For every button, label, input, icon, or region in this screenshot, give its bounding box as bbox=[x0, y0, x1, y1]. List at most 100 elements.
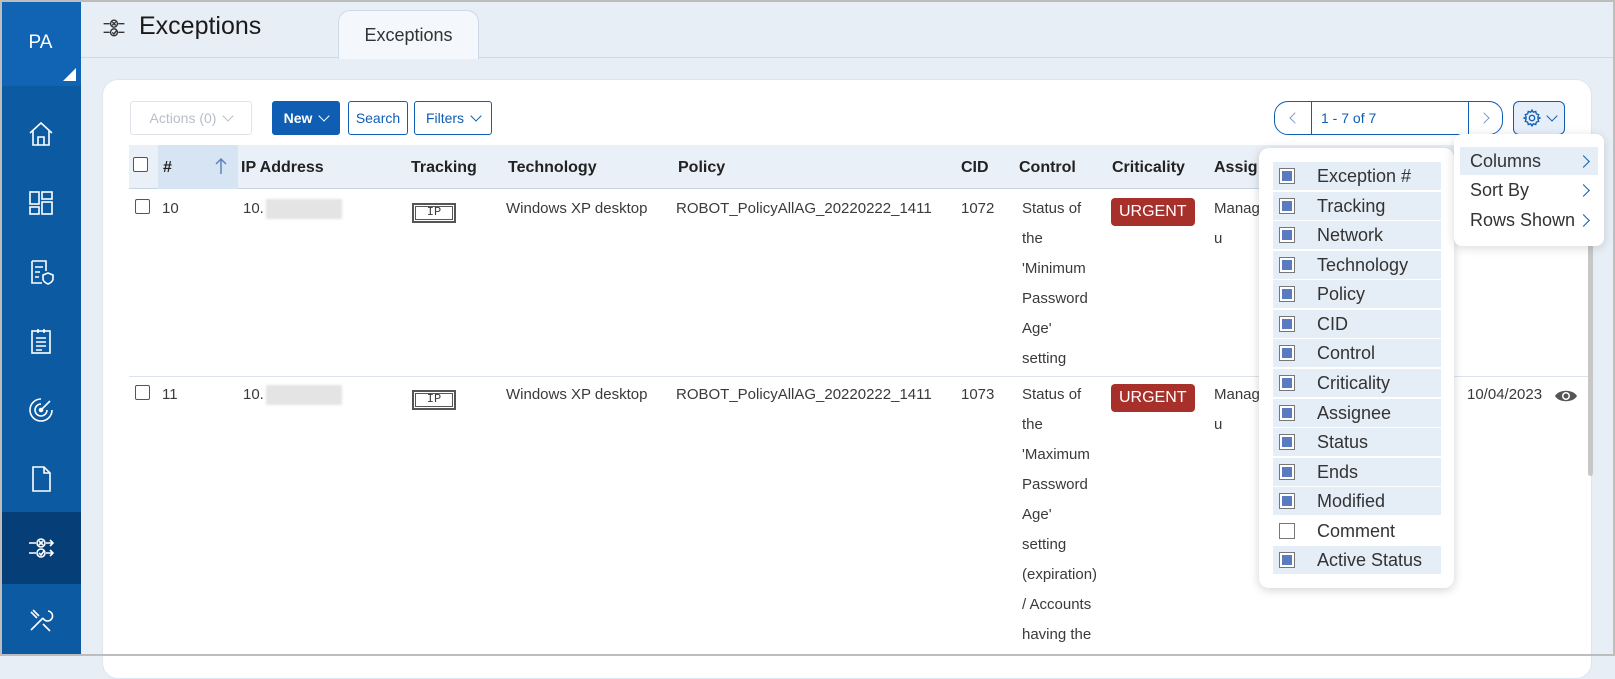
checkbox-checked-icon bbox=[1279, 345, 1295, 361]
column-option-policy[interactable]: Policy bbox=[1273, 280, 1441, 308]
column-option-technology[interactable]: Technology bbox=[1273, 251, 1441, 279]
column-option-exception-num[interactable]: Exception # bbox=[1273, 162, 1441, 190]
checkbox-checked-icon bbox=[1279, 168, 1295, 184]
column-header-num[interactable]: # bbox=[163, 159, 172, 177]
sidebar-item-documents[interactable] bbox=[0, 443, 81, 515]
menu-item-sort-by[interactable]: Sort By bbox=[1460, 176, 1598, 204]
column-header-technology[interactable]: Technology bbox=[508, 159, 597, 177]
column-header-policy[interactable]: Policy bbox=[678, 159, 725, 177]
cell-cid: 1072 bbox=[961, 200, 995, 217]
column-option-criticality[interactable]: Criticality bbox=[1273, 369, 1441, 397]
cell-policy[interactable]: ROBOT_PolicyAllAG_20220222_1411 bbox=[676, 194, 932, 224]
cell-ip: 10. bbox=[243, 380, 342, 410]
sidebar-item-home[interactable] bbox=[0, 98, 81, 170]
sidebar-item-scans[interactable] bbox=[0, 374, 81, 446]
column-option-label: CID bbox=[1317, 313, 1348, 334]
select-all-checkbox[interactable] bbox=[133, 157, 148, 172]
urgent-badge: URGENT bbox=[1111, 384, 1195, 412]
pager-prev-button[interactable] bbox=[1274, 101, 1312, 135]
exceptions-title-icon bbox=[103, 19, 125, 37]
document-icon bbox=[31, 466, 51, 492]
column-header-assignee[interactable]: Assig bbox=[1214, 159, 1258, 177]
sidebar-item-tools[interactable] bbox=[0, 584, 81, 656]
column-option-label: Criticality bbox=[1317, 372, 1391, 393]
search-button[interactable]: Search bbox=[348, 101, 408, 135]
column-option-label: Control bbox=[1317, 342, 1376, 363]
actions-dropdown[interactable]: Actions (0) bbox=[130, 101, 252, 135]
column-header-criticality[interactable]: Criticality bbox=[1112, 159, 1185, 177]
chevron-right-icon bbox=[1577, 183, 1590, 197]
assignee-line: u bbox=[1214, 230, 1223, 247]
assignee-line: u bbox=[1214, 416, 1223, 433]
columns-menu: Exception # Tracking Network Technology … bbox=[1259, 148, 1454, 588]
user-avatar[interactable]: PA bbox=[0, 0, 81, 86]
exceptions-icon bbox=[28, 538, 54, 558]
new-button[interactable]: New bbox=[272, 101, 340, 135]
sidebar-item-exceptions[interactable] bbox=[0, 512, 81, 584]
cell-criticality: URGENT bbox=[1111, 197, 1195, 227]
user-initials: PA bbox=[28, 32, 53, 53]
ip-tracking-badge: IP bbox=[412, 390, 456, 410]
column-option-comment[interactable]: Comment bbox=[1273, 517, 1441, 545]
cell-policy[interactable]: ROBOT_PolicyAllAG_20220222_1411 bbox=[676, 380, 932, 410]
column-option-ends[interactable]: Ends bbox=[1273, 458, 1441, 486]
cell-control: Status of the 'Maximum Password Age' set… bbox=[1022, 380, 1097, 650]
column-option-label: Ends bbox=[1317, 461, 1359, 482]
column-header-cid[interactable]: CID bbox=[961, 159, 989, 177]
filters-button[interactable]: Filters bbox=[414, 101, 492, 135]
pager-range[interactable]: 1 - 7 of 7 bbox=[1311, 101, 1469, 135]
chevron-right-icon bbox=[1577, 154, 1590, 168]
sidebar-item-policies[interactable] bbox=[0, 236, 81, 308]
assignee-line: Manag bbox=[1214, 200, 1260, 217]
column-header-tracking[interactable]: Tracking bbox=[411, 159, 477, 177]
column-option-control[interactable]: Control bbox=[1273, 339, 1441, 367]
chevron-right-icon bbox=[1477, 112, 1490, 124]
sidebar-item-reports[interactable] bbox=[0, 305, 81, 377]
column-option-label: Status bbox=[1317, 431, 1369, 452]
sidebar-nav bbox=[0, 86, 81, 656]
control-line: Status of bbox=[1022, 200, 1082, 217]
dashboard-icon bbox=[28, 191, 53, 215]
row-checkbox[interactable] bbox=[135, 199, 150, 214]
tab-exceptions[interactable]: Exceptions bbox=[338, 10, 479, 59]
pager-next-button[interactable] bbox=[1468, 101, 1503, 135]
column-header-control[interactable]: Control bbox=[1019, 159, 1076, 177]
search-label: Search bbox=[355, 110, 401, 126]
chevron-down-icon bbox=[470, 110, 482, 122]
control-line: the bbox=[1022, 416, 1043, 433]
column-option-status[interactable]: Status bbox=[1273, 428, 1441, 456]
menu-item-columns[interactable]: Columns bbox=[1460, 147, 1598, 175]
column-option-network[interactable]: Network bbox=[1273, 221, 1441, 249]
checkbox-checked-icon bbox=[1279, 286, 1295, 302]
cell-control: Status of the 'Minimum Password Age' set… bbox=[1022, 194, 1088, 374]
column-option-assignee[interactable]: Assignee bbox=[1273, 399, 1441, 427]
expand-corner-icon bbox=[63, 68, 76, 81]
control-line: / Accounts bbox=[1022, 596, 1092, 613]
checkbox-checked-icon bbox=[1279, 405, 1295, 421]
checkbox-checked-icon bbox=[1279, 316, 1295, 332]
column-header-ip[interactable]: IP Address bbox=[241, 159, 324, 177]
checkbox-checked-icon bbox=[1279, 552, 1295, 568]
column-option-tracking[interactable]: Tracking bbox=[1273, 192, 1441, 220]
column-option-label: Technology bbox=[1317, 254, 1409, 275]
chevron-left-icon bbox=[1289, 112, 1301, 124]
table-settings-button[interactable] bbox=[1513, 101, 1565, 135]
column-option-cid[interactable]: CID bbox=[1273, 310, 1441, 338]
menu-item-label: Rows Shown bbox=[1470, 209, 1576, 230]
view-eye-icon[interactable] bbox=[1554, 388, 1578, 404]
policy-icon bbox=[30, 260, 54, 285]
row-checkbox[interactable] bbox=[135, 385, 150, 400]
cell-num: 11 bbox=[162, 386, 178, 403]
column-option-label: Comment bbox=[1317, 520, 1396, 541]
assignee-line: Manag bbox=[1214, 386, 1260, 403]
sidebar-item-dashboard[interactable] bbox=[0, 167, 81, 239]
control-line: 'Minimum bbox=[1022, 260, 1086, 277]
menu-item-rows-shown[interactable]: Rows Shown bbox=[1460, 206, 1598, 234]
sort-ascending-icon[interactable] bbox=[214, 157, 228, 175]
column-option-modified[interactable]: Modified bbox=[1273, 487, 1441, 515]
control-line: Age' bbox=[1022, 506, 1052, 523]
control-line: 'Maximum bbox=[1022, 446, 1090, 463]
chevron-down-icon bbox=[1546, 110, 1558, 122]
column-option-active-status[interactable]: Active Status bbox=[1273, 546, 1441, 574]
cell-ip: 10. bbox=[243, 194, 342, 224]
